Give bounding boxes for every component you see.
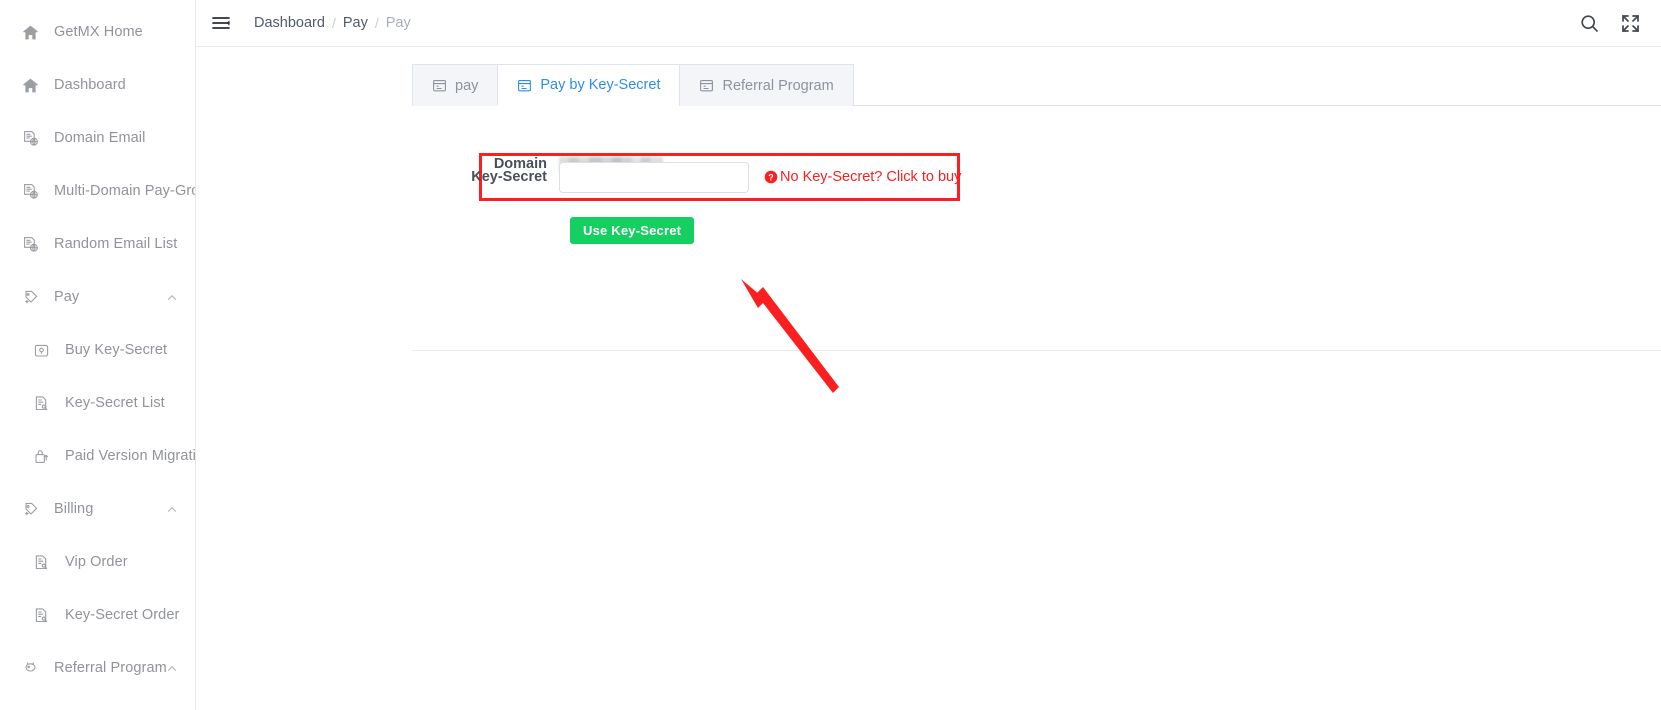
- breadcrumb-separator: /: [331, 15, 336, 31]
- sidebar-item-domain-email[interactable]: Domain Email: [0, 112, 195, 165]
- sidebar-item-label: Domain Email: [54, 130, 146, 147]
- domain-email-icon: [22, 236, 39, 253]
- sidebar-item-buy-key-secret[interactable]: Buy Key-Secret: [0, 324, 195, 377]
- doc-key-icon: [33, 607, 50, 624]
- sidebar-item-label: Dashboard: [54, 77, 126, 94]
- sidebar-item-label: Vip Order: [65, 554, 128, 571]
- calendar-icon: [517, 78, 532, 93]
- breadcrumb-item-current: Pay: [385, 15, 411, 31]
- fullscreen-icon[interactable]: [1620, 13, 1641, 34]
- tab-referral-program[interactable]: Referral Program: [679, 64, 854, 106]
- pay-by-key-secret-form: Domain Key-Secret ? No Key-Secret? Click…: [412, 106, 1661, 351]
- tab-label: Referral Program: [722, 77, 834, 94]
- sidebar-item-label: Multi-Domain Pay-Group: [54, 183, 195, 200]
- chevron-up-icon[interactable]: [166, 663, 178, 675]
- buy-key-secret-link[interactable]: ? No Key-Secret? Click to buy: [764, 169, 961, 185]
- tab-pay-by-key-secret[interactable]: Pay by Key-Secret: [497, 64, 680, 106]
- sidebar-item-pay[interactable]: Pay: [0, 271, 195, 324]
- breadcrumb-item-pay[interactable]: Pay: [343, 15, 368, 31]
- tab-label: Pay by Key-Secret: [540, 77, 661, 93]
- key-box-icon: [33, 342, 50, 359]
- pay-card: pay Pay by Key-Secret Referral Program D…: [412, 64, 1661, 351]
- sidebar-item-label: Buy Key-Secret: [65, 342, 168, 359]
- sidebar-item-label: Paid Version Migration: [65, 448, 196, 465]
- home-icon: [22, 24, 39, 41]
- domain-email-icon: [22, 183, 39, 200]
- sidebar-item-getmx-home[interactable]: GetMX Home: [0, 6, 195, 59]
- top-header: Dashboard / Pay / Pay: [196, 0, 1661, 47]
- chevron-up-icon[interactable]: [166, 504, 178, 516]
- sidebar-item-key-secret-list[interactable]: Key-Secret List: [0, 377, 195, 430]
- pay-tag-icon: [22, 501, 39, 518]
- sidebar-item-random-email-list[interactable]: Random Email List: [0, 218, 195, 271]
- question-circle-icon: ?: [764, 170, 778, 184]
- sidebar-item-label: Pay: [54, 289, 80, 306]
- domain-email-icon: [22, 130, 39, 147]
- sidebar-item-label: GetMX Home: [54, 24, 143, 41]
- upgrade-lock-icon: [33, 448, 50, 465]
- sidebar-item-vip-order[interactable]: Vip Order: [0, 536, 195, 589]
- sidebar-item-label: Key-Secret List: [65, 395, 165, 412]
- hamburger-icon[interactable]: [210, 12, 232, 34]
- sidebar-item-referral-program[interactable]: Referral Program: [0, 642, 195, 695]
- tab-pay[interactable]: pay: [412, 64, 498, 106]
- search-icon[interactable]: [1579, 13, 1600, 34]
- calendar-icon: [699, 78, 714, 93]
- sidebar-item-label: Random Email List: [54, 236, 178, 253]
- sidebar-item-label: Billing: [54, 501, 94, 518]
- content-area: pay Pay by Key-Secret Referral Program D…: [196, 47, 1661, 710]
- breadcrumb-separator: /: [374, 15, 379, 31]
- sidebar-item-label: Referral Program: [54, 660, 167, 677]
- home-icon: [22, 77, 39, 94]
- doc-key-icon: [33, 395, 50, 412]
- sidebar-item-billing[interactable]: Billing: [0, 483, 195, 536]
- chevron-up-icon[interactable]: [166, 292, 178, 304]
- buy-link-text: No Key-Secret? Click to buy: [780, 169, 962, 185]
- card-bottom-divider: [412, 350, 1661, 351]
- sidebar: GetMX Home Dashboard Domain Email Multi-…: [0, 0, 196, 710]
- tab-bar: pay Pay by Key-Secret Referral Program: [412, 64, 1661, 106]
- use-key-secret-button[interactable]: Use Key-Secret: [570, 217, 695, 244]
- key-secret-label: Key-Secret: [471, 168, 547, 185]
- pay-tag-icon: [22, 289, 39, 306]
- sidebar-item-multi-domain-pay-group[interactable]: Multi-Domain Pay-Group: [0, 165, 195, 218]
- key-secret-input[interactable]: [559, 161, 749, 193]
- main-area: Dashboard / Pay / Pay pay Pay by Key-Sec…: [196, 0, 1661, 710]
- calendar-icon: [432, 78, 447, 93]
- doc-key-icon: [33, 554, 50, 571]
- app-root: GetMX Home Dashboard Domain Email Multi-…: [0, 0, 1661, 710]
- tab-label: pay: [455, 77, 479, 94]
- svg-text:?: ?: [768, 172, 774, 182]
- sidebar-item-label: Key-Secret Order: [65, 607, 180, 624]
- gift-icon: [22, 660, 39, 677]
- sidebar-item-dashboard[interactable]: Dashboard: [0, 59, 195, 112]
- header-actions: [1579, 13, 1641, 34]
- submit-row: Use Key-Secret: [412, 217, 695, 244]
- sidebar-item-paid-version-migration[interactable]: Paid Version Migration: [0, 430, 195, 483]
- sidebar-item-key-secret-order[interactable]: Key-Secret Order: [0, 589, 195, 642]
- breadcrumb: Dashboard / Pay / Pay: [254, 15, 411, 31]
- key-secret-field-row: Key-Secret ? No Key-Secret? Click to buy: [412, 161, 961, 193]
- breadcrumb-item-dashboard[interactable]: Dashboard: [254, 15, 325, 31]
